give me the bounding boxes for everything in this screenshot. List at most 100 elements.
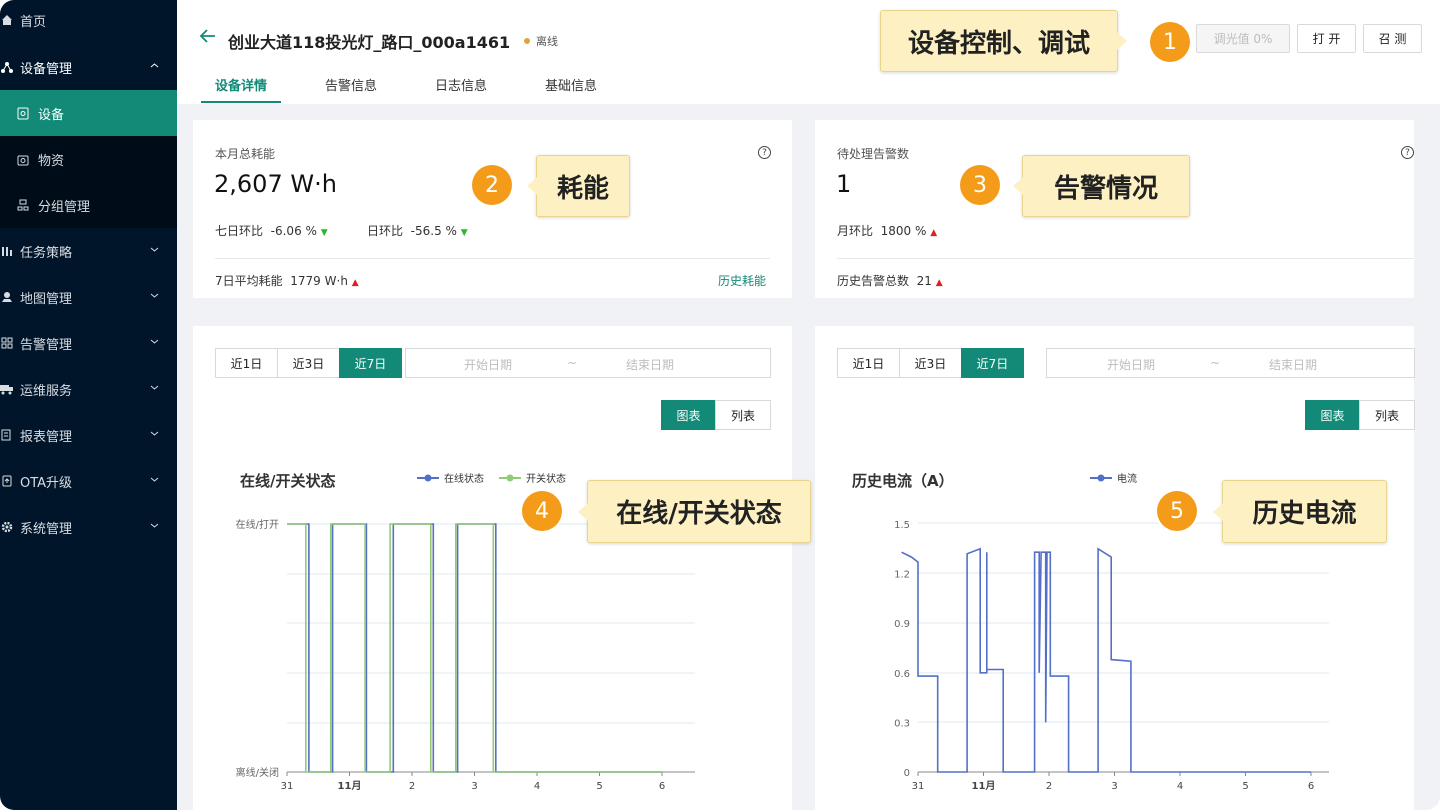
x-tick-label: 5 [596, 781, 602, 792]
callout-alarm: 告警情况 [1013, 155, 1190, 217]
step-badge: 3 [960, 165, 1000, 205]
avg-energy: 7日平均耗能 1779 W·h ▲ [215, 272, 359, 289]
total-label: 历史告警总数 [837, 274, 910, 288]
date-range-picker[interactable]: 开始日期 ~ 结束日期 [405, 348, 771, 378]
legend-label: 开关状态 [526, 472, 566, 485]
status-dot [524, 38, 530, 44]
sidebar-item-alarm-management[interactable]: 告警管理 [0, 320, 177, 366]
sidebar-item-task-strategy[interactable]: 任务策略 [0, 228, 177, 274]
date-range-picker[interactable]: 开始日期 ~ 结束日期 [1046, 348, 1415, 378]
report-icon [0, 428, 14, 442]
device-icon [16, 106, 30, 120]
legend-marker [506, 474, 514, 482]
legend-label: 在线状态 [444, 472, 484, 485]
total-value: 21 [916, 274, 932, 288]
chart-title: 在线/开关状态 [240, 472, 335, 490]
sidebar-item-ops-service[interactable]: 运维服务 [0, 366, 177, 412]
divider [215, 258, 770, 259]
step-badge: 2 [472, 165, 512, 205]
open-button[interactable]: 打 开 [1297, 24, 1356, 53]
dod-stat: 日环比 -56.5 % ▼ [367, 222, 468, 239]
home-icon [0, 13, 14, 27]
status-chart-card: 近1日 近3日 近7日 开始日期 ~ 结束日期 图表 列表 在线/开关状态 在线状态 开… [193, 326, 792, 810]
tab-device-detail[interactable]: 设备详情 [201, 75, 281, 103]
series-line [287, 523, 662, 773]
up-arrow-icon: ▲ [351, 278, 359, 288]
range-1d-button[interactable]: 近1日 [837, 348, 900, 378]
y-tick-label: 1.2 [894, 570, 910, 581]
chevron-down-icon [150, 289, 159, 304]
history-energy-link[interactable]: 历史耗能 [718, 272, 766, 289]
dim-value-button[interactable]: 调光值 0% [1196, 24, 1290, 53]
callout-pointer [1013, 177, 1023, 195]
sidebar-item-label: 运维服务 [20, 383, 73, 399]
sidebar-item-label: 首页 [20, 14, 47, 30]
sidebar: 首页 设备管理 设备 物资 分组管理 任务策略 地图管理 告警管理 运维服务 报… [0, 0, 177, 810]
mom-label: 月环比 [837, 224, 874, 238]
view-list-button[interactable]: 列表 [1359, 400, 1415, 430]
chevron-down-icon [150, 427, 159, 442]
energy-value: 2,607 W·h [214, 170, 337, 198]
sidebar-item-system-management[interactable]: 系统管理 [0, 504, 177, 550]
chevron-down-icon [150, 335, 159, 350]
sidebar-item-group-management[interactable]: 分组管理 [0, 182, 177, 228]
view-chart-button[interactable]: 图表 [1305, 400, 1360, 430]
dod-label: 日环比 [367, 224, 404, 238]
group-icon [16, 198, 30, 212]
callout-energy: 耗能 [527, 155, 630, 217]
page-header: 创业大道118投光灯_路口_000a1461 离线 调光值 0% 打 开 召 测… [177, 0, 1440, 104]
callout-current: 历史电流 [1213, 480, 1387, 543]
sidebar-item-report-management[interactable]: 报表管理 [0, 412, 177, 458]
measure-button[interactable]: 召 测 [1363, 24, 1422, 53]
sidebar-item-home[interactable]: 首页 [0, 0, 177, 40]
y-tick-label: 0.6 [894, 669, 910, 680]
alarm-label: 待处理告警数 [837, 147, 910, 161]
range-3d-button[interactable]: 近3日 [899, 348, 962, 378]
end-date-placeholder: 结束日期 [626, 358, 675, 372]
callout-pointer [578, 502, 588, 521]
sidebar-item-label: 设备管理 [20, 61, 73, 77]
range-3d-button[interactable]: 近3日 [277, 348, 340, 378]
avg-label: 7日平均耗能 [215, 274, 283, 288]
tab-log-info[interactable]: 日志信息 [435, 75, 487, 103]
alarm-icon [0, 336, 14, 350]
date-separator: ~ [1210, 356, 1221, 370]
chevron-up-icon [150, 59, 159, 74]
settings-icon [0, 520, 14, 534]
back-arrow-icon[interactable] [199, 27, 217, 49]
step-badge: 4 [522, 491, 562, 531]
legend-marker [1097, 474, 1105, 482]
start-date-placeholder: 开始日期 [464, 358, 513, 372]
tab-basic-info[interactable]: 基础信息 [545, 75, 597, 103]
sidebar-item-ota-upgrade[interactable]: OTA升级 [0, 458, 177, 504]
callout-text: 在线/开关状态 [616, 499, 782, 529]
step-badge: 5 [1157, 491, 1197, 531]
sidebar-item-materials[interactable]: 物资 [0, 136, 177, 182]
y-tick-label: 0 [904, 768, 910, 779]
dod-value: -56.5 % [410, 224, 457, 238]
wow-label: 七日环比 [215, 224, 264, 238]
range-1d-button[interactable]: 近1日 [215, 348, 278, 378]
series-line [901, 547, 1311, 773]
chevron-down-icon [150, 381, 159, 396]
x-tick-label: 3 [1111, 781, 1117, 792]
help-icon[interactable]: ? [1401, 146, 1414, 159]
help-icon[interactable]: ? [758, 146, 771, 159]
sidebar-item-device-management[interactable]: 设备管理 [0, 44, 177, 90]
x-tick-label: 31 [912, 781, 925, 792]
x-tick-label: 4 [1177, 781, 1183, 792]
view-list-button[interactable]: 列表 [715, 400, 771, 430]
box-icon [16, 152, 30, 166]
divider [837, 258, 1414, 259]
sidebar-item-device[interactable]: 设备 [0, 90, 177, 136]
range-7d-button[interactable]: 近7日 [339, 348, 402, 378]
y-tick-label: 0.9 [894, 619, 910, 630]
range-7d-button[interactable]: 近7日 [961, 348, 1024, 378]
view-chart-button[interactable]: 图表 [661, 400, 716, 430]
energy-label: 本月总耗能 [215, 147, 276, 161]
tab-alarm-info[interactable]: 告警信息 [325, 75, 377, 103]
sidebar-item-map-management[interactable]: 地图管理 [0, 274, 177, 320]
callout-device-control: 设备控制、调试 [880, 10, 1127, 72]
x-tick-label: 3 [471, 781, 477, 792]
up-arrow-icon: ▲ [930, 228, 938, 238]
